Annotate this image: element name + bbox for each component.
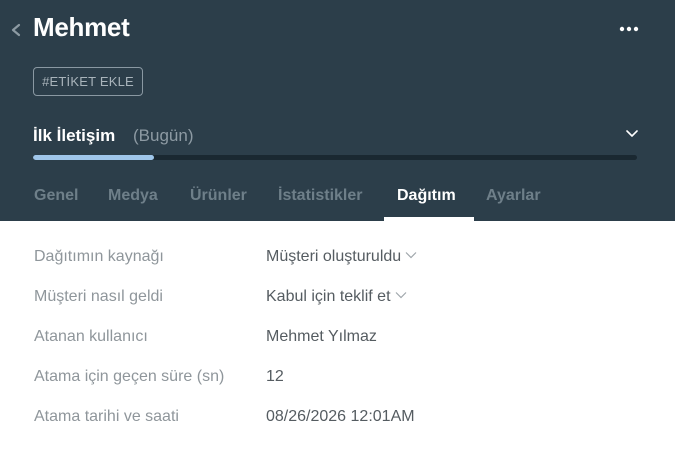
stage-progress-fill <box>33 155 154 160</box>
detail-label: Atama için geçen süre (sn) <box>34 368 225 385</box>
tab-dagitim[interactable]: Dağıtım <box>397 187 456 205</box>
distribution-source-dropdown[interactable]: Müşteri oluşturuldu <box>266 248 417 266</box>
tab-medya[interactable]: Medya <box>108 187 158 205</box>
tab-istatistikler[interactable]: İstatistikler <box>278 187 362 205</box>
active-tab-indicator <box>384 217 474 221</box>
detail-value: Mehmet Yılmaz <box>266 328 377 345</box>
more-horizontal-icon[interactable] <box>618 24 640 34</box>
detail-label: Atama tarihi ve saati <box>34 408 179 425</box>
chevron-down-icon <box>626 130 638 137</box>
detail-value: Kabul için teklif et <box>266 288 391 305</box>
add-tag-button[interactable]: #ETİKET EKLE <box>33 67 143 96</box>
detail-label: Müşteri nasıl geldi <box>34 288 163 305</box>
tab-ayarlar[interactable]: Ayarlar <box>486 187 541 205</box>
detail-value: 08/26/2026 12:01AM <box>266 408 415 425</box>
detail-row: Dağıtımın kaynağı Müşteri oluşturuldu <box>0 248 675 278</box>
tab-genel[interactable]: Genel <box>34 187 78 205</box>
detail-row: Atama tarihi ve saati 08/26/2026 12:01AM <box>0 408 675 438</box>
tab-urunler[interactable]: Ürünler <box>190 187 247 205</box>
detail-label: Atanan kullanıcı <box>34 328 148 345</box>
stage-progress-bar <box>33 155 637 160</box>
stage-name: İlk İletişim <box>33 126 116 145</box>
stage-selector[interactable]: İlk İletişim (Bugün) <box>33 126 643 150</box>
stage-date: (Bugün) <box>133 126 194 145</box>
detail-row: Atama için geçen süre (sn) 12 <box>0 368 675 398</box>
detail-row: Müşteri nasıl geldi Kabul için teklif et <box>0 288 675 318</box>
detail-label: Dağıtımın kaynağı <box>34 248 164 265</box>
detail-value: Müşteri oluşturuldu <box>266 248 402 265</box>
page-title: Mehmet <box>33 12 130 42</box>
chevron-left-icon[interactable] <box>8 18 24 42</box>
record-header: Mehmet #ETİKET EKLE İlk İletişim (Bugün)… <box>0 0 675 221</box>
tab-bar: Genel Medya Ürünler İstatistikler Dağıtı… <box>0 180 675 221</box>
customer-origin-dropdown[interactable]: Kabul için teklif et <box>266 288 407 306</box>
detail-value: 12 <box>266 368 284 385</box>
chevron-down-icon <box>395 292 406 299</box>
detail-row: Atanan kullanıcı Mehmet Yılmaz <box>0 328 675 358</box>
chevron-down-icon <box>405 252 417 259</box>
